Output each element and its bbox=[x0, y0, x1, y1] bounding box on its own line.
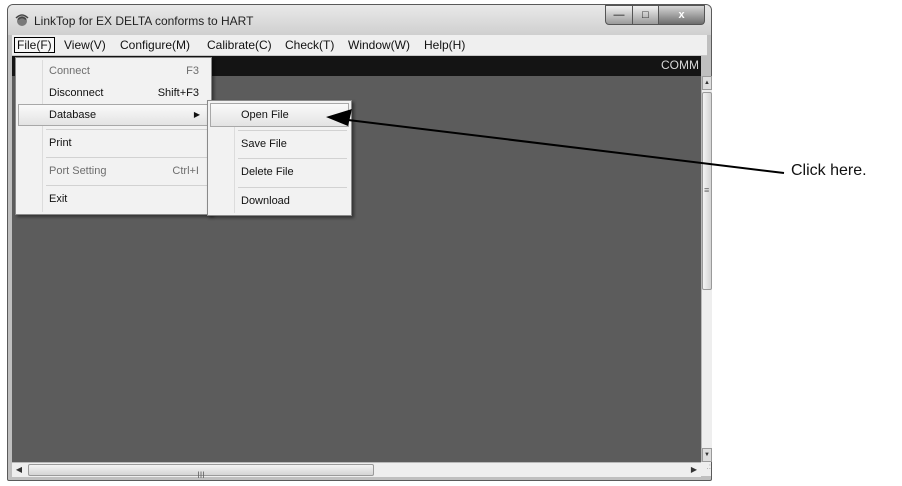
callout-text: Click here. bbox=[791, 162, 867, 179]
annotation-arrow bbox=[326, 109, 785, 174]
